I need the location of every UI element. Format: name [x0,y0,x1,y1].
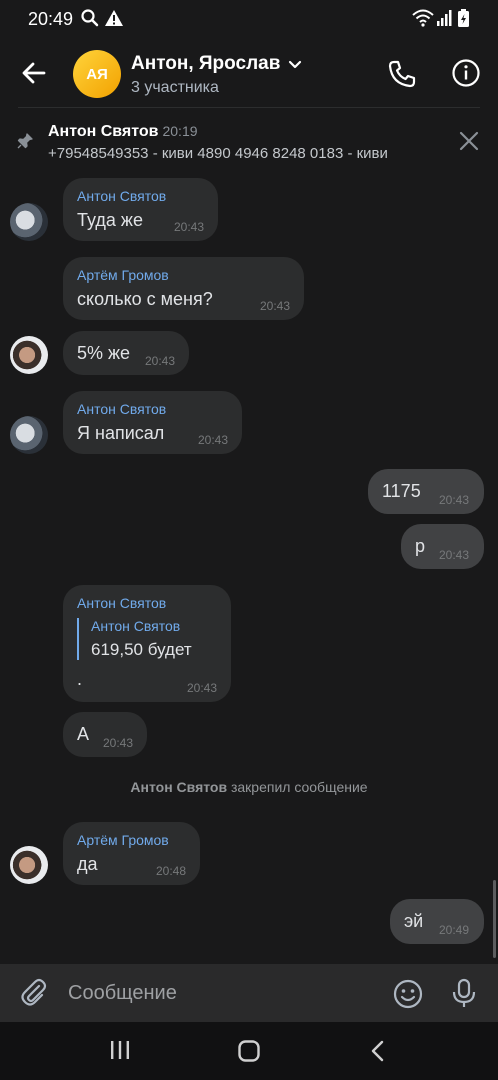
message-time: 20:43 [438,493,469,507]
message-time: 20:43 [102,736,133,750]
message-text: 1175 [382,481,421,501]
pinned-time: 20:19 [162,123,198,139]
system-nav-bar [0,1022,498,1080]
reply-text: 619,50 будет [91,640,192,659]
message-text: да [77,854,98,874]
reply-quote[interactable]: Антон Святов 619,50 будет [77,618,192,660]
message-text: сколько с меня? [77,289,213,309]
message-time: 20:43 [438,548,469,562]
message-composer: Сообщение [0,964,498,1022]
warning-icon [105,10,123,26]
message-sender: Артём Громов [77,832,169,848]
message-sender: Артём Громов [77,267,169,283]
attach-icon[interactable] [18,977,50,1009]
message-bubble[interactable]: Антон Святов Туда же 20:43 [63,178,218,241]
search-icon [81,9,99,27]
message-bubble[interactable]: 5% же 20:43 [63,331,189,375]
message-time: 20:48 [155,864,186,878]
message-text: 5% же [77,343,131,363]
avatar[interactable] [10,846,48,884]
message-time: 20:43 [144,354,175,368]
message-bubble-outgoing[interactable]: р 20:43 [401,524,484,569]
phone-icon[interactable] [386,58,418,90]
message-time: 20:43 [186,681,217,695]
avatar[interactable] [10,336,48,374]
message-time: 20:43 [259,299,290,313]
message-input[interactable]: Сообщение [68,976,368,1010]
pinned-text: +79548549353 - киви 4890 4946 8248 0183 … [48,145,388,162]
scrollbar[interactable] [493,880,496,958]
microphone-icon[interactable] [449,977,479,1009]
pin-icon [17,133,33,149]
message-bubble[interactable]: Антон Святов Я написал 20:43 [63,391,242,454]
wifi-icon [412,9,434,27]
avatar[interactable] [10,416,48,454]
home-icon[interactable] [237,1039,261,1063]
message-text: Я написал [77,423,165,443]
message-bubble-outgoing[interactable]: 1175 20:43 [368,469,484,514]
battery-icon [458,9,469,27]
pinned-author: Антон Святов 20:19 [48,123,198,140]
recent-apps-icon[interactable] [108,1039,132,1061]
chat-title: Антон, Ярослав [131,53,281,74]
avatar[interactable] [10,203,48,241]
message-text: . [77,669,83,689]
system-message-actor: Антон Святов [130,779,228,795]
info-icon[interactable] [451,58,481,88]
chat-header: АЯ Антон, Ярослав 3 участника [0,38,498,108]
system-message-action: закрепил сообщение [230,779,368,795]
message-bubble[interactable]: Антон Святов Антон Святов 619,50 будет .… [63,585,231,702]
chat-avatar[interactable]: АЯ [73,50,121,98]
message-bubble[interactable]: Артём Громов сколько с меня? 20:43 [63,257,304,320]
message-text: эй [404,911,424,931]
message-sender: Антон Святов [77,595,167,611]
message-time: 20:43 [173,220,204,234]
message-sender: Антон Святов [77,401,167,417]
emoji-icon[interactable] [392,978,424,1010]
signal-icon [437,10,452,26]
close-icon[interactable] [458,130,480,152]
chat-subtitle: 3 участника [131,79,219,96]
status-bar: 20:49 [0,0,498,38]
message-text: А [77,724,90,744]
status-time: 20:49 [28,9,74,29]
chat-title-button[interactable]: Антон, Ярослав [131,53,304,75]
message-bubble[interactable]: А 20:43 [63,712,147,757]
message-text: р [415,536,426,556]
reply-author: Антон Святов [91,618,181,634]
message-time: 20:49 [438,923,469,937]
message-sender: Антон Святов [77,188,167,204]
message-bubble[interactable]: Артём Громов да 20:48 [63,822,200,885]
message-text: Туда же [77,210,143,230]
nav-back-icon[interactable] [368,1039,388,1063]
chevron-down-icon [289,60,302,69]
message-bubble-outgoing[interactable]: эй 20:49 [390,899,484,944]
system-message: Антон Святов закрепил сообщение [0,779,498,795]
back-arrow-icon[interactable] [18,57,50,89]
message-time: 20:43 [197,433,228,447]
pinned-message[interactable]: Антон Святов 20:19 +79548549353 - киви 48… [0,108,498,170]
